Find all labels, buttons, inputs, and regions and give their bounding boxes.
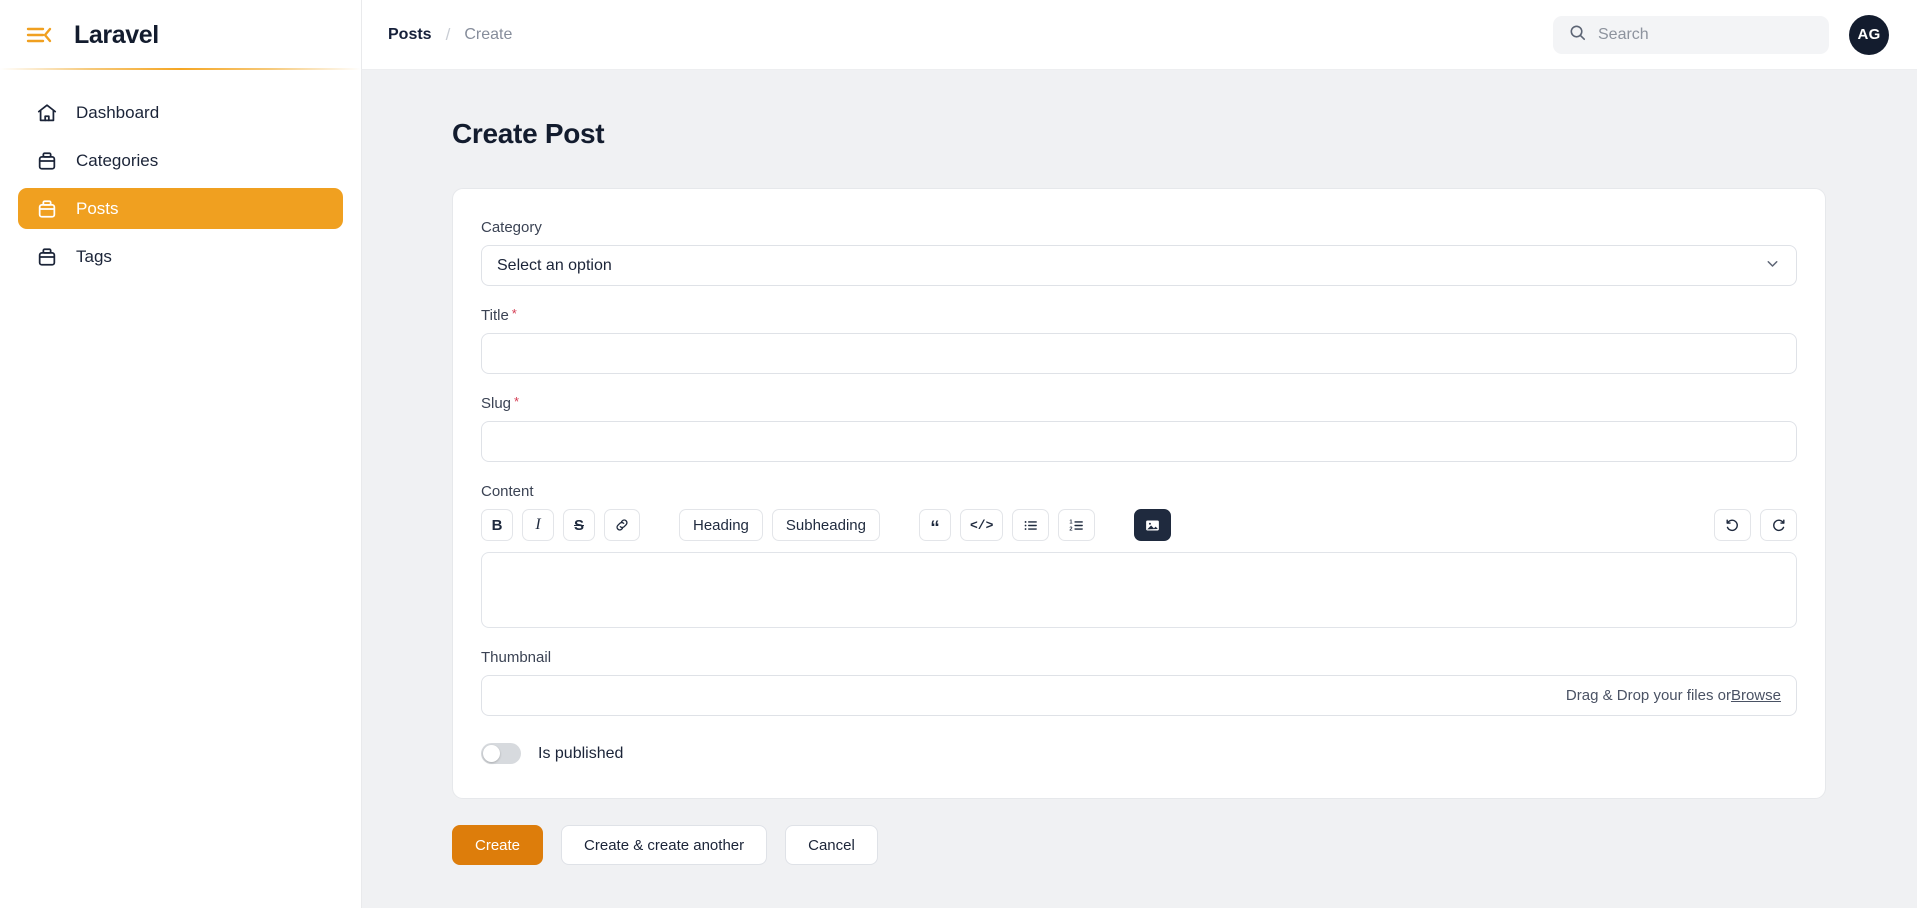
- create-and-create-another-button[interactable]: Create & create another: [561, 825, 768, 865]
- toggle-knob: [483, 745, 500, 762]
- sidebar-nav: Dashboard Categories Posts Tags: [0, 70, 361, 277]
- hamburger-collapse-icon[interactable]: [26, 24, 52, 46]
- page-title: Create Post: [452, 118, 605, 149]
- sidebar: Laravel Dashboard Categories Posts Tags: [0, 0, 361, 908]
- home-icon: [36, 102, 58, 124]
- toolbar-group-media: [1134, 509, 1172, 541]
- slug-input[interactable]: [481, 421, 1797, 462]
- breadcrumb-separator: /: [445, 24, 451, 44]
- sidebar-item-tags[interactable]: Tags: [18, 236, 343, 277]
- field-category: Category Select an option: [481, 219, 1797, 286]
- toolbar-group-blocks: “ </> 1 2: [918, 509, 1096, 541]
- breadcrumb-create: Create: [464, 25, 513, 43]
- toolbar-group-headings: Heading Subheading: [679, 509, 880, 541]
- create-post-form-card: Category Select an option Title * Slug *…: [452, 188, 1826, 799]
- category-selected-value: Select an option: [497, 256, 612, 274]
- editor-toolbar: B I S Heading Subheading “ </> 1 2: [481, 509, 1797, 541]
- title-label: Title *: [481, 306, 517, 324]
- chevron-down-icon: [1764, 255, 1781, 277]
- dropzone-text: Drag & Drop your files or: [1565, 687, 1731, 704]
- toolbar-group-history: [1714, 509, 1797, 541]
- sidebar-item-categories[interactable]: Categories: [18, 140, 343, 181]
- field-content: Content B I S Heading Subheading “ </> 1…: [481, 483, 1797, 628]
- cancel-button[interactable]: Cancel: [785, 825, 878, 865]
- breadcrumb-posts[interactable]: Posts: [388, 26, 432, 44]
- browse-link[interactable]: Browse: [1731, 687, 1781, 704]
- field-title: Title *: [481, 307, 1797, 374]
- category-select[interactable]: Select an option: [481, 245, 1797, 286]
- topbar: Posts / Create AG: [361, 0, 1917, 70]
- sidebar-header: Laravel: [0, 0, 361, 70]
- create-button[interactable]: Create: [452, 825, 544, 865]
- is-published-label: Is published: [538, 744, 624, 762]
- code-block-icon[interactable]: </>: [959, 509, 1004, 541]
- field-thumbnail: Thumbnail Drag & Drop your files or Brow…: [481, 649, 1797, 716]
- required-indicator: *: [514, 394, 520, 409]
- sidebar-item-posts[interactable]: Posts: [18, 188, 343, 229]
- main-area: Posts / Create AG Create Post: [361, 0, 1917, 908]
- field-slug: Slug *: [481, 395, 1797, 462]
- svg-text:2: 2: [1070, 526, 1073, 532]
- content-editor[interactable]: [481, 552, 1797, 628]
- topbar-right: AG: [1553, 14, 1889, 55]
- redo-icon[interactable]: [1760, 509, 1797, 541]
- toolbar-group-format: B I S: [481, 509, 640, 541]
- subheading-button[interactable]: Subheading: [771, 509, 880, 541]
- svg-text:1: 1: [1070, 519, 1073, 525]
- content-area: Create Post Category Select an option Ti…: [361, 70, 1917, 908]
- is-published-toggle[interactable]: [481, 743, 521, 764]
- sidebar-item-label: Categories: [76, 150, 159, 170]
- thumbnail-label: Thumbnail: [481, 649, 552, 666]
- sidebar-item-dashboard[interactable]: Dashboard: [18, 92, 343, 133]
- heading-button[interactable]: Heading: [679, 509, 763, 541]
- sidebar-item-label: Posts: [76, 198, 119, 218]
- image-icon[interactable]: [1134, 509, 1172, 541]
- app-root: Laravel Dashboard Categories Posts Tags …: [0, 0, 1917, 908]
- blockquote-icon[interactable]: “: [918, 509, 951, 541]
- search-box[interactable]: [1553, 15, 1829, 54]
- ordered-list-icon[interactable]: 1 2: [1058, 509, 1096, 541]
- archive-box-icon: [36, 150, 58, 172]
- sidebar-item-label: Dashboard: [76, 102, 160, 122]
- required-indicator: *: [511, 306, 517, 321]
- slug-label: Slug *: [481, 394, 520, 412]
- breadcrumb: Posts / Create: [388, 25, 512, 45]
- italic-icon[interactable]: I: [522, 509, 554, 541]
- archive-box-icon: [36, 198, 58, 220]
- search-icon: [1568, 23, 1587, 47]
- content-label: Content: [481, 483, 534, 500]
- brand-title: Laravel: [74, 20, 159, 49]
- link-icon[interactable]: [604, 509, 640, 541]
- avatar[interactable]: AG: [1849, 14, 1889, 55]
- thumbnail-dropzone[interactable]: Drag & Drop your files or Browse: [481, 675, 1797, 716]
- undo-icon[interactable]: [1714, 509, 1751, 541]
- bullet-list-icon[interactable]: [1012, 509, 1050, 541]
- category-label: Category: [481, 219, 542, 236]
- field-is-published: Is published: [481, 743, 1797, 764]
- bold-icon[interactable]: B: [481, 509, 513, 541]
- sidebar-item-label: Tags: [76, 246, 112, 266]
- strikethrough-icon[interactable]: S: [563, 509, 595, 541]
- form-actions: Create Create & create another Cancel: [452, 825, 1917, 865]
- search-input[interactable]: [1598, 25, 1814, 44]
- title-input[interactable]: [481, 333, 1797, 374]
- archive-box-icon: [36, 246, 58, 268]
